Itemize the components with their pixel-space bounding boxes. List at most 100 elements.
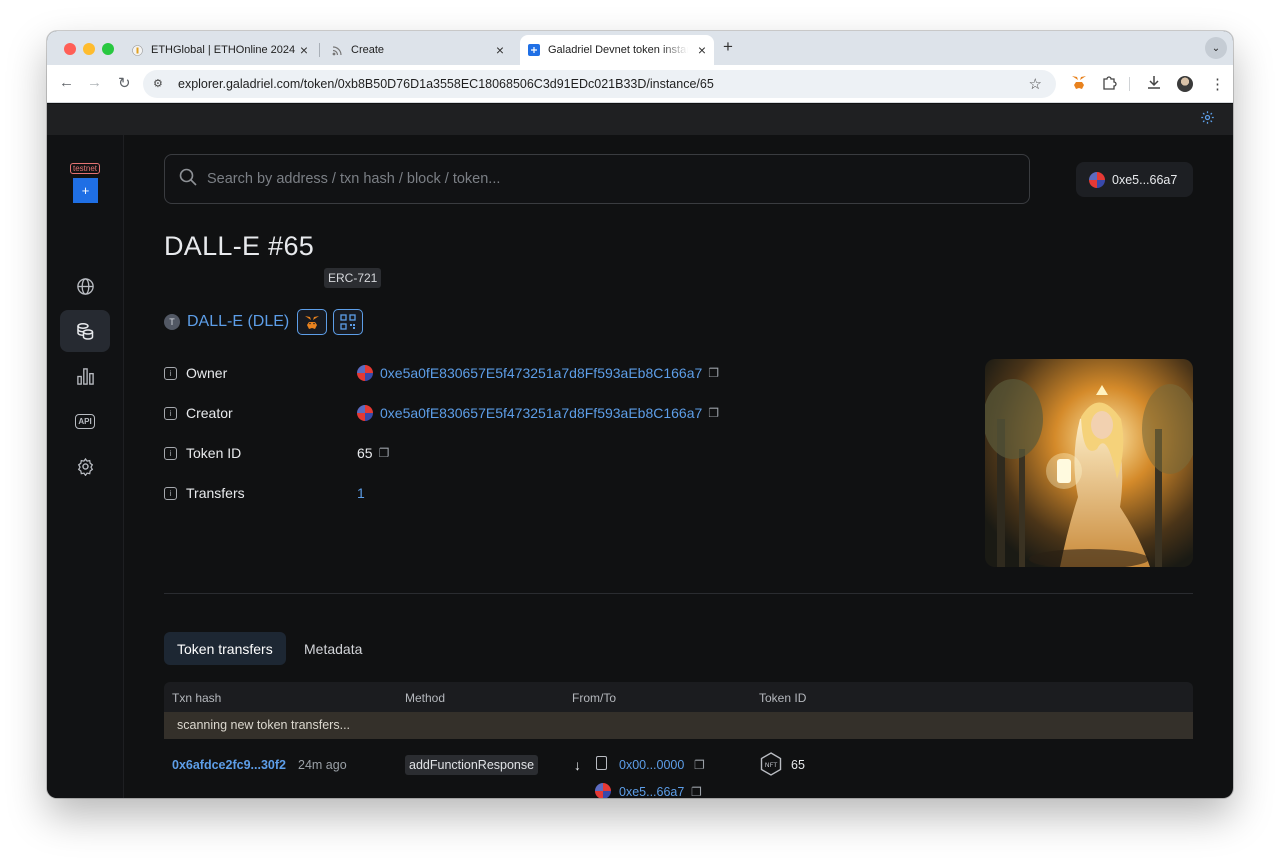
creator-label-row: i Creator — [164, 403, 233, 423]
table-header: Txn hash Method From/To Token ID — [164, 682, 1193, 712]
site-settings-icon[interactable]: ⚙ — [153, 77, 163, 90]
tab-title: Galadriel Devnet token instan — [548, 44, 688, 56]
browser-tab-create[interactable]: Create × — [323, 35, 512, 65]
section-divider — [164, 593, 1193, 594]
tab-title: Create — [351, 44, 385, 56]
copy-icon[interactable]: ❐ — [708, 406, 719, 420]
new-tab-icon[interactable]: + — [723, 37, 733, 57]
address-bar[interactable]: ⚙ explorer.galadriel.com/token/0xb8B50D7… — [143, 70, 1056, 98]
owner-address-link[interactable]: 0xe5a0fE830657E5f473251a7d8Ff593aEb8C166… — [380, 365, 702, 381]
arrow-down-icon: ↓ — [574, 757, 581, 773]
tokens-icon[interactable] — [60, 310, 110, 352]
info-icon[interactable]: i — [164, 406, 177, 420]
globe-icon[interactable] — [60, 265, 110, 307]
transfers-count-link[interactable]: 1 — [357, 485, 365, 501]
account-button[interactable]: 0xe5...66a7 — [1076, 162, 1193, 197]
txn-age: 24m ago — [298, 758, 347, 772]
tab-search-icon[interactable]: ⌄ — [1205, 37, 1227, 59]
token-initial-icon: T — [164, 314, 180, 330]
tab-token-transfers[interactable]: Token transfers — [164, 632, 286, 665]
tab-metadata[interactable]: Metadata — [291, 632, 375, 665]
collection-link[interactable]: DALL-E (DLE) — [187, 313, 289, 331]
api-label: API — [75, 413, 95, 429]
qr-code-button[interactable] — [333, 309, 364, 335]
token-id-text: 65 — [357, 445, 373, 461]
toolbar-separator — [1129, 77, 1130, 91]
account-address: 0xe5...66a7 — [1112, 172, 1178, 187]
svg-text:NFT: NFT — [765, 761, 777, 769]
search-icon — [179, 168, 197, 191]
creator-address-link[interactable]: 0xe5a0fE830657E5f473251a7d8Ff593aEb8C166… — [380, 405, 702, 421]
close-tab-icon[interactable]: × — [496, 42, 504, 58]
browser-tab-ethglobal[interactable]: ETHGlobal | ETHOnline 2024 × — [123, 35, 316, 65]
account-avatar — [1089, 171, 1105, 188]
to-address-link[interactable]: 0xe5...66a7 — [619, 785, 684, 798]
row-token-id: 65 — [791, 758, 805, 772]
close-window-button[interactable] — [64, 43, 76, 55]
extensions-puzzle-icon[interactable] — [1102, 75, 1117, 94]
charts-icon[interactable] — [60, 355, 110, 397]
contract-file-icon — [596, 756, 607, 770]
col-token-id: Token ID — [759, 691, 807, 705]
close-tab-icon[interactable]: × — [698, 42, 706, 58]
chrome-menu-icon[interactable]: ⋮ — [1210, 75, 1225, 93]
close-tab-icon[interactable]: × — [300, 42, 308, 58]
settings-gear-icon[interactable] — [1200, 110, 1215, 129]
transfers-label: Transfers — [186, 485, 245, 501]
search-box[interactable] — [164, 154, 1030, 204]
copy-icon[interactable]: ❐ — [694, 758, 705, 772]
add-to-metamask-button[interactable] — [297, 309, 328, 335]
info-icon[interactable]: i — [164, 486, 177, 500]
creator-avatar — [357, 405, 373, 421]
sidebar: testnet + API — [47, 135, 124, 798]
download-icon[interactable] — [1147, 75, 1161, 94]
reload-icon[interactable]: ↻ — [118, 74, 131, 92]
token-id-label: Token ID — [186, 445, 242, 461]
txn-hash-link[interactable]: 0x6afdce2fc9...30f2 — [172, 758, 286, 772]
minimize-window-button[interactable] — [83, 43, 95, 55]
main-content: 0xe5...66a7 DALL-E #65 ERC-721 T DALL-E … — [164, 135, 1193, 798]
app-top-bar — [47, 104, 1233, 135]
info-icon[interactable]: i — [164, 366, 177, 380]
browser-tab-galadriel[interactable]: Galadriel Devnet token instan × — [520, 35, 714, 65]
copy-icon[interactable]: ❐ — [691, 785, 702, 798]
metamask-extension-icon[interactable] — [1071, 75, 1087, 94]
creator-label: Creator — [186, 405, 233, 421]
collection-row: T DALL-E (DLE) — [164, 309, 369, 335]
nft-hexagon-icon: NFT — [760, 752, 782, 776]
ethglobal-icon — [131, 44, 143, 56]
page-title: DALL-E #65 — [164, 231, 315, 261]
nft-image[interactable] — [985, 359, 1193, 567]
from-address-link[interactable]: 0x00...0000 — [619, 758, 684, 772]
col-method: Method — [405, 691, 446, 705]
table-row: 0x6afdce2fc9...30f2 24m ago addFunctionR… — [164, 739, 1193, 798]
col-from-to: From/To — [572, 691, 617, 705]
bookmark-star-icon[interactable]: ☆ — [1029, 75, 1042, 93]
metamask-fox-icon — [305, 315, 320, 329]
scanning-notice: scanning new token transfers... — [164, 712, 1193, 739]
url-text[interactable]: explorer.galadriel.com/token/0xb8B50D76D… — [178, 77, 714, 91]
search-input[interactable] — [207, 168, 987, 190]
owner-avatar — [357, 365, 373, 381]
qr-code-icon — [340, 314, 356, 330]
copy-icon[interactable]: ❐ — [379, 446, 390, 460]
back-icon[interactable]: ← — [59, 74, 74, 91]
api-icon[interactable]: API — [60, 400, 110, 442]
tab-separator — [319, 43, 320, 57]
forward-icon[interactable]: → — [87, 74, 102, 91]
col-txn-hash: Txn hash — [172, 691, 222, 705]
settings-icon[interactable] — [60, 445, 110, 487]
creator-value: 0xe5a0fE830657E5f473251a7d8Ff593aEb8C166… — [357, 403, 719, 423]
to-avatar — [595, 783, 611, 798]
galadriel-logo[interactable]: + — [73, 178, 98, 203]
tab-title: ETHGlobal | ETHOnline 2024 — [151, 44, 296, 56]
galadriel-icon — [528, 44, 540, 56]
profile-avatar[interactable] — [1177, 76, 1193, 92]
owner-label: Owner — [186, 365, 228, 381]
method-badge: addFunctionResponse — [405, 755, 539, 775]
maximize-window-button[interactable] — [102, 43, 114, 55]
info-icon[interactable]: i — [164, 446, 177, 460]
token-id-label-row: i Token ID — [164, 443, 241, 463]
copy-icon[interactable]: ❐ — [708, 366, 719, 380]
transfers-label-row: i Transfers — [164, 483, 245, 503]
